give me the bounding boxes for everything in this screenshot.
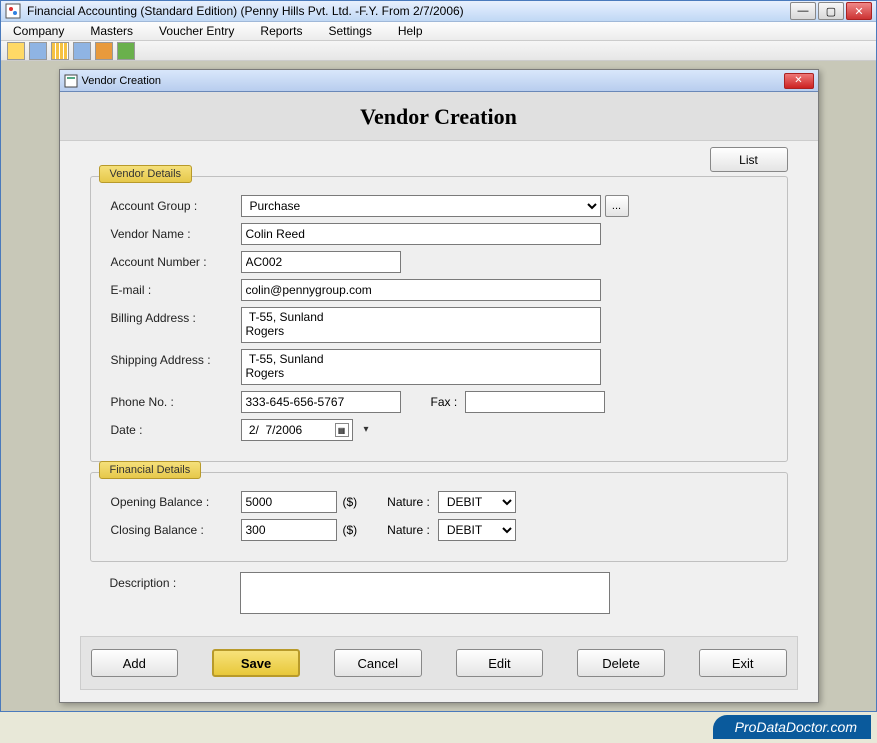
- opening-balance-input[interactable]: [241, 491, 337, 513]
- account-group-select[interactable]: Purchase: [241, 195, 601, 217]
- email-label: E-mail :: [111, 283, 241, 297]
- app-icon: [5, 3, 21, 19]
- account-number-input[interactable]: [241, 251, 401, 273]
- menu-voucher-entry[interactable]: Voucher Entry: [155, 22, 238, 40]
- financial-details-legend: Financial Details: [99, 461, 202, 479]
- menu-help[interactable]: Help: [394, 22, 427, 40]
- fax-label: Fax :: [431, 395, 458, 409]
- minimize-button[interactable]: —: [790, 2, 816, 20]
- vendor-name-input[interactable]: [241, 223, 601, 245]
- save-button[interactable]: Save: [212, 649, 300, 677]
- toolbar-icon-2[interactable]: [29, 42, 47, 60]
- opening-nature-label: Nature :: [387, 495, 430, 509]
- closing-nature-label: Nature :: [387, 523, 430, 537]
- vendor-details-legend: Vendor Details: [99, 165, 193, 183]
- vendor-name-label: Vendor Name :: [111, 227, 241, 241]
- titlebar: Financial Accounting (Standard Edition) …: [1, 1, 876, 22]
- description-label: Description :: [110, 572, 240, 590]
- date-label: Date :: [111, 423, 241, 437]
- menu-reports[interactable]: Reports: [256, 22, 306, 40]
- billing-address-input[interactable]: [241, 307, 601, 343]
- window-controls: — ▢ ✕: [790, 2, 872, 20]
- closing-balance-label: Closing Balance :: [111, 523, 241, 537]
- dialog-title: Vendor Creation: [82, 75, 784, 87]
- account-group-ellipsis-button[interactable]: ...: [605, 195, 629, 217]
- vendor-creation-dialog: Vendor Creation ✕ Vendor Creation List V…: [59, 69, 819, 703]
- close-button[interactable]: ✕: [846, 2, 872, 20]
- list-button[interactable]: List: [710, 147, 788, 172]
- maximize-button[interactable]: ▢: [818, 2, 844, 20]
- menu-company[interactable]: Company: [9, 22, 68, 40]
- chevron-down-icon[interactable]: ▾: [363, 424, 368, 435]
- date-input[interactable]: [241, 419, 353, 441]
- menu-masters[interactable]: Masters: [86, 22, 137, 40]
- shipping-address-input[interactable]: [241, 349, 601, 385]
- closing-balance-input[interactable]: [241, 519, 337, 541]
- cancel-button[interactable]: Cancel: [334, 649, 422, 677]
- closing-nature-select[interactable]: DEBIT: [438, 519, 516, 541]
- opening-currency: ($): [343, 495, 358, 509]
- shipping-address-label: Shipping Address :: [111, 349, 241, 367]
- opening-nature-select[interactable]: DEBIT: [438, 491, 516, 513]
- dialog-close-button[interactable]: ✕: [784, 73, 814, 89]
- closing-currency: ($): [343, 523, 358, 537]
- content-area: Vendor Creation ✕ Vendor Creation List V…: [1, 61, 876, 711]
- delete-button[interactable]: Delete: [577, 649, 665, 677]
- menu-settings[interactable]: Settings: [324, 22, 375, 40]
- fax-input[interactable]: [465, 391, 605, 413]
- description-input[interactable]: [240, 572, 610, 614]
- vendor-details-group: Vendor Details Account Group : Purchase …: [90, 176, 788, 462]
- account-group-label: Account Group :: [111, 199, 241, 213]
- phone-input[interactable]: [241, 391, 401, 413]
- toolbar: [1, 41, 876, 61]
- button-bar: Add Save Cancel Edit Delete Exit: [80, 636, 798, 690]
- toolbar-icon-4[interactable]: [73, 42, 91, 60]
- opening-balance-label: Opening Balance :: [111, 495, 241, 509]
- toolbar-icon-6[interactable]: [117, 42, 135, 60]
- toolbar-icon-1[interactable]: [7, 42, 25, 60]
- phone-label: Phone No. :: [111, 395, 241, 409]
- footer-badge: ProDataDoctor.com: [713, 715, 871, 739]
- dialog-heading: Vendor Creation: [60, 92, 818, 141]
- toolbar-icon-5[interactable]: [95, 42, 113, 60]
- exit-button[interactable]: Exit: [699, 649, 787, 677]
- account-number-label: Account Number :: [111, 255, 241, 269]
- window-title: Financial Accounting (Standard Edition) …: [27, 4, 790, 18]
- dialog-icon: [64, 74, 78, 88]
- email-input[interactable]: [241, 279, 601, 301]
- billing-address-label: Billing Address :: [111, 307, 241, 325]
- financial-details-group: Financial Details Opening Balance : ($) …: [90, 472, 788, 562]
- add-button[interactable]: Add: [91, 649, 179, 677]
- toolbar-icon-3[interactable]: [51, 42, 69, 60]
- menubar: Company Masters Voucher Entry Reports Se…: [1, 22, 876, 41]
- dialog-titlebar: Vendor Creation ✕: [60, 70, 818, 92]
- main-window: Financial Accounting (Standard Edition) …: [0, 0, 877, 712]
- edit-button[interactable]: Edit: [456, 649, 544, 677]
- dialog-body: Vendor Creation List Vendor Details Acco…: [60, 92, 818, 702]
